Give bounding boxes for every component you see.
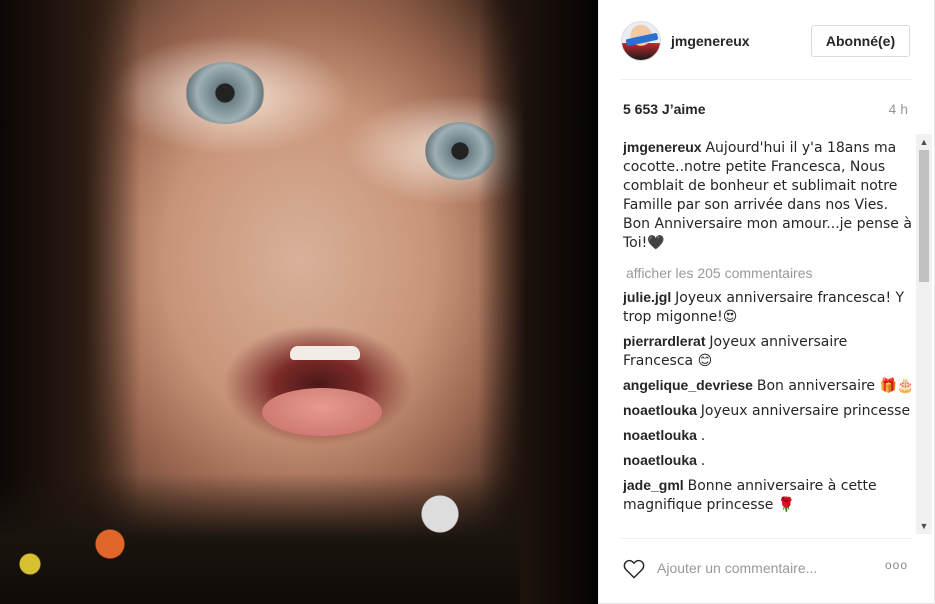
comment-user[interactable]: jade_gml xyxy=(623,477,684,493)
comment-user[interactable]: noaetlouka xyxy=(623,427,697,443)
comment-text: . xyxy=(700,453,706,469)
comment-text: . xyxy=(700,428,706,444)
divider xyxy=(621,79,912,80)
comment-user[interactable]: julie.jgl xyxy=(623,289,671,305)
list-item: noaetlouka . xyxy=(623,426,915,445)
chevron-down-icon[interactable]: ▼ xyxy=(916,518,932,534)
heart-outline-icon[interactable] xyxy=(623,559,645,579)
likes-count[interactable]: 5 653 J’aime xyxy=(623,101,706,117)
avatar[interactable] xyxy=(621,21,661,61)
comments-list: jmgenereux Aujourd'hui il y'a 18ans ma c… xyxy=(623,138,915,534)
photo-eye-right xyxy=(425,122,495,180)
post-time[interactable]: 4 h xyxy=(889,101,908,117)
list-item: jade_gml Bonne anniversaire à cette magn… xyxy=(623,476,915,514)
comment-text: Bon anniversaire 🎁🎂 xyxy=(756,378,915,394)
divider xyxy=(621,538,912,539)
chevron-up-icon[interactable]: ▲ xyxy=(916,134,932,150)
comment-text: Aujourd'hui il y'a 18ans ma cocotte..not… xyxy=(623,140,912,251)
scrollbar-thumb[interactable] xyxy=(919,150,929,282)
comment-text: Joyeux anniversaire princesse xyxy=(700,403,911,419)
post-photo xyxy=(0,0,598,604)
load-more-comments[interactable]: afficher les 205 commentaires xyxy=(626,264,915,282)
list-item: julie.jgl Joyeux anniversaire francesca!… xyxy=(623,288,915,326)
add-comment-input[interactable]: Ajouter un commentaire... xyxy=(657,560,817,576)
comment-user[interactable]: angelique_devriese xyxy=(623,377,753,393)
list-item: noaetlouka . xyxy=(623,451,915,470)
more-options-icon[interactable]: ooo xyxy=(885,558,908,572)
comment-user[interactable]: pierrardlerat xyxy=(623,333,705,349)
list-item: pierrardlerat Joyeux anniversaire France… xyxy=(623,332,915,370)
photo-eye-left xyxy=(185,62,265,124)
list-item: angelique_devriese Bon anniversaire 🎁🎂 xyxy=(623,376,915,395)
comment-user[interactable]: noaetlouka xyxy=(623,402,697,418)
comment-user[interactable]: noaetlouka xyxy=(623,452,697,468)
caption: jmgenereux Aujourd'hui il y'a 18ans ma c… xyxy=(623,138,915,252)
comment-user[interactable]: jmgenereux xyxy=(623,139,702,155)
comments-scrollbar[interactable]: ▲ ▼ xyxy=(916,134,932,534)
post-header: jmgenereux Abonné(e) xyxy=(599,0,935,80)
list-item: noaetlouka Joyeux anniversaire princesse xyxy=(623,401,915,420)
follow-button[interactable]: Abonné(e) xyxy=(811,25,910,57)
header-username[interactable]: jmgenereux xyxy=(671,33,750,49)
post-side-panel: jmgenereux Abonné(e) 5 653 J’aime 4 h jm… xyxy=(598,0,935,604)
